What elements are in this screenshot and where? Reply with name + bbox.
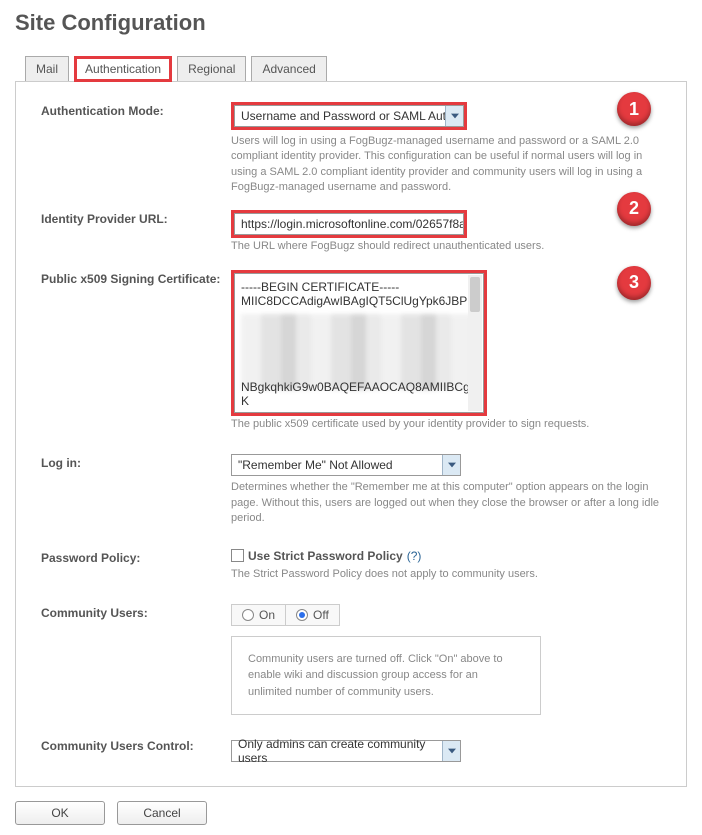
community-control-select[interactable]: Only admins can create community users: [231, 740, 461, 762]
community-control-value: Only admins can create community users: [238, 737, 454, 765]
login-label: Log in:: [41, 454, 231, 470]
idp-url-label: Identity Provider URL:: [41, 210, 231, 226]
community-off-option[interactable]: Off: [286, 605, 339, 625]
login-value: "Remember Me" Not Allowed: [238, 458, 393, 472]
chevron-down-icon: [442, 455, 460, 475]
auth-mode-select[interactable]: Username and Password or SAML Authentica…: [234, 105, 464, 127]
radio-checked-icon: [296, 609, 308, 621]
button-bar: OK Cancel: [15, 801, 687, 825]
page-title: Site Configuration: [15, 10, 687, 36]
help-link[interactable]: (?): [407, 549, 422, 563]
auth-mode-label: Authentication Mode:: [41, 102, 231, 118]
tab-mail[interactable]: Mail: [25, 56, 69, 82]
callout-3: 3: [617, 266, 651, 300]
cert-help: The public x509 certificate used by your…: [231, 417, 661, 432]
auth-mode-help: Users will log in using a FogBugz-manage…: [231, 134, 661, 196]
auth-mode-value: Username and Password or SAML Authentica…: [241, 109, 446, 123]
tab-authentication[interactable]: Authentication: [74, 56, 172, 82]
chevron-down-icon: [445, 106, 463, 126]
cert-label: Public x509 Signing Certificate:: [41, 270, 231, 286]
login-help: Determines whether the "Remember me at t…: [231, 480, 661, 526]
community-label: Community Users:: [41, 604, 231, 620]
idp-url-input[interactable]: https://login.microsoftonline.com/02657f…: [234, 213, 464, 235]
tabs: Mail Authentication Regional Advanced: [25, 56, 687, 82]
strict-password-label: Use Strict Password Policy: [248, 549, 403, 563]
cert-textarea[interactable]: -----BEGIN CERTIFICATE----- MIIC8DCCAdig…: [234, 273, 484, 413]
ok-button[interactable]: OK: [15, 801, 105, 825]
radio-icon: [242, 609, 254, 621]
cancel-button[interactable]: Cancel: [117, 801, 207, 825]
tab-advanced[interactable]: Advanced: [251, 56, 326, 82]
callout-1: 1: [617, 92, 651, 126]
cert-top-content: -----BEGIN CERTIFICATE----- MIIC8DCCAdig…: [241, 280, 477, 308]
callout-2: 2: [617, 192, 651, 226]
community-control-label: Community Users Control:: [41, 737, 231, 753]
off-label: Off: [313, 608, 329, 622]
scrollbar[interactable]: [468, 275, 482, 411]
community-on-option[interactable]: On: [232, 605, 286, 625]
strict-password-checkbox[interactable]: [231, 549, 244, 562]
idp-url-value: https://login.microsoftonline.com/02657f…: [241, 217, 464, 231]
config-panel: Authentication Mode: Username and Passwo…: [15, 81, 687, 787]
tab-regional[interactable]: Regional: [177, 56, 246, 82]
community-info: Community users are turned off. Click "O…: [231, 636, 541, 716]
chevron-down-icon: [442, 741, 460, 761]
idp-url-help: The URL where FogBugz should redirect un…: [231, 239, 661, 254]
cert-redacted: [241, 314, 477, 390]
password-policy-label: Password Policy:: [41, 549, 231, 565]
login-select[interactable]: "Remember Me" Not Allowed: [231, 454, 461, 476]
community-toggle: On Off: [231, 604, 340, 626]
password-policy-help: The Strict Password Policy does not appl…: [231, 567, 661, 582]
on-label: On: [259, 608, 275, 622]
cert-bottom-content: NBgkqhkiG9w0BAQEFAAOCAQ8AMIIBCgK: [241, 380, 477, 408]
